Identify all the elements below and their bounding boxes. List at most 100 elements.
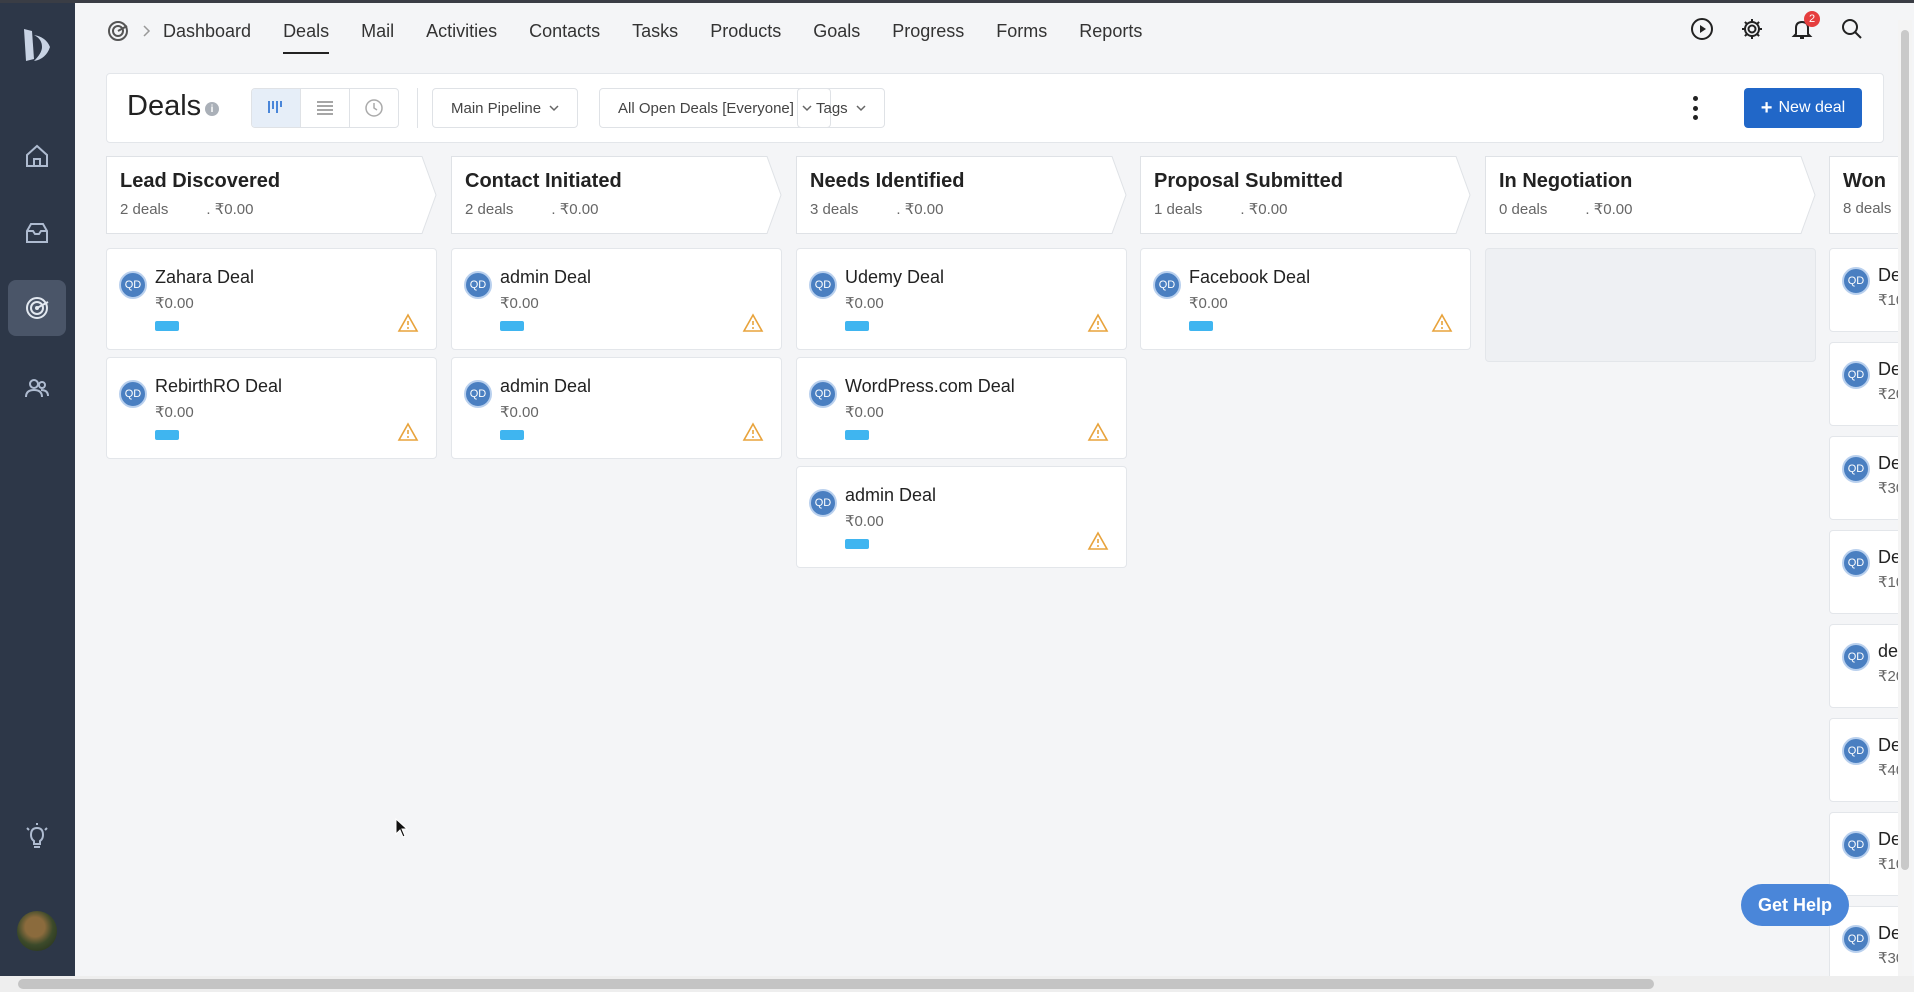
deal-title[interactable]: WordPress.com Deal: [845, 376, 1015, 397]
deal-card[interactable]: QD Facebook Deal ₹0.00: [1140, 248, 1471, 350]
deal-title[interactable]: admin Deal: [500, 267, 591, 288]
nav-progress[interactable]: Progress: [892, 9, 964, 54]
sidebar-home-icon[interactable]: [8, 128, 66, 184]
app-logo-icon[interactable]: [20, 25, 56, 65]
vertical-scroll-thumb[interactable]: [1901, 30, 1909, 870]
deal-card[interactable]: QD admin Deal ₹0.00: [796, 466, 1127, 568]
deal-title[interactable]: Udemy Deal: [845, 267, 944, 288]
notifications[interactable]: 2: [1790, 11, 1820, 41]
stage-meta: 0 deals . ₹0.00: [1499, 200, 1632, 218]
deal-card[interactable]: QD WordPress.com Deal ₹0.00: [796, 357, 1127, 459]
owner-avatar: QD: [809, 271, 837, 299]
deal-amount: ₹0.00: [155, 404, 194, 421]
deal-title[interactable]: admin Deal: [845, 485, 936, 506]
deal-card[interactable]: QD Del ₹10: [1829, 248, 1906, 332]
deal-card[interactable]: QD RebirthRO Deal ₹0.00: [106, 357, 437, 459]
vertical-scrollbar[interactable]: [1898, 20, 1912, 976]
tags-dropdown-label: Tags: [816, 99, 848, 117]
sidebar-deals-icon[interactable]: [8, 280, 66, 336]
nav-tasks[interactable]: Tasks: [632, 9, 678, 54]
deal-card[interactable]: QD admin Deal ₹0.00: [451, 357, 782, 459]
timeline-view-button[interactable]: [350, 89, 398, 127]
get-help-button[interactable]: Get Help: [1741, 884, 1849, 926]
top-navigation: Dashboard Deals Mail Activities Contacts…: [75, 3, 1914, 59]
owner-avatar: QD: [119, 380, 147, 408]
deal-title[interactable]: Zahara Deal: [155, 267, 254, 288]
owner-avatar: QD: [809, 489, 837, 517]
stage-meta: 3 deals . ₹0.00: [810, 200, 943, 218]
deal-amount: ₹0.00: [1189, 295, 1228, 312]
deal-card[interactable]: QD del ₹20: [1829, 624, 1906, 708]
empty-stage-dropzone[interactable]: [1485, 248, 1816, 362]
stage-header-contact-initiated[interactable]: Contact Initiated 2 deals . ₹0.00: [451, 156, 782, 234]
owner-avatar: QD: [119, 271, 147, 299]
deal-card[interactable]: QD admin Deal ₹0.00: [451, 248, 782, 350]
nav-contacts[interactable]: Contacts: [529, 9, 600, 54]
warning-icon[interactable]: [742, 313, 764, 333]
new-deal-button[interactable]: + New deal: [1744, 88, 1862, 128]
user-avatar[interactable]: [17, 911, 57, 951]
warning-icon[interactable]: [397, 422, 419, 442]
deal-amount: ₹0.00: [845, 513, 884, 530]
nav-dashboard[interactable]: Dashboard: [163, 9, 251, 54]
stage-name: Needs Identified: [810, 170, 965, 192]
tags-dropdown[interactable]: Tags: [797, 88, 885, 128]
sidebar-ideas-lightbulb-icon[interactable]: [8, 808, 66, 864]
gear-icon[interactable]: [1740, 17, 1764, 41]
info-icon[interactable]: i: [205, 102, 219, 116]
kanban-view-button[interactable]: [252, 89, 301, 127]
sidebar-contacts-icon[interactable]: [8, 360, 66, 416]
stage-deal-count: 3 deals: [810, 201, 859, 218]
stage-amount: . ₹0.00: [896, 201, 944, 218]
stage-header-lead-discovered[interactable]: Lead Discovered 2 deals . ₹0.00: [106, 156, 437, 234]
deal-card[interactable]: QD Del ₹40: [1829, 718, 1906, 802]
deal-card[interactable]: QD Udemy Deal ₹0.00: [796, 248, 1127, 350]
deal-title[interactable]: RebirthRO Deal: [155, 376, 282, 397]
deal-amount: ₹0.00: [155, 295, 194, 312]
warning-icon[interactable]: [1431, 313, 1453, 333]
list-view-button[interactable]: [301, 89, 350, 127]
stage-header-proposal-submitted[interactable]: Proposal Submitted 1 deals . ₹0.00: [1140, 156, 1471, 234]
stage-header-in-negotiation[interactable]: In Negotiation 0 deals . ₹0.00: [1485, 156, 1816, 234]
deals-board: Lead Discovered 2 deals . ₹0.00 Contact I…: [106, 156, 1906, 976]
deal-tag: [155, 321, 179, 331]
nav-reports[interactable]: Reports: [1079, 9, 1142, 54]
owner-avatar: QD: [809, 380, 837, 408]
deal-amount: ₹0.00: [845, 295, 884, 312]
stage-header-needs-identified[interactable]: Needs Identified 3 deals . ₹0.00: [796, 156, 1127, 234]
warning-icon[interactable]: [742, 422, 764, 442]
deal-title[interactable]: admin Deal: [500, 376, 591, 397]
warning-icon[interactable]: [397, 313, 419, 333]
nav-products[interactable]: Products: [710, 9, 781, 54]
deal-card[interactable]: QD Del ₹10: [1829, 812, 1906, 896]
owner-avatar: QD: [1842, 549, 1870, 577]
nav-goals[interactable]: Goals: [813, 9, 860, 54]
more-options-icon[interactable]: [1692, 96, 1698, 120]
deal-card[interactable]: QD Del ₹30: [1829, 436, 1906, 520]
stage-amount: . ₹0.00: [1240, 201, 1288, 218]
pipeline-dropdown[interactable]: Main Pipeline: [432, 88, 579, 128]
sidebar-inbox-icon[interactable]: [8, 205, 66, 261]
warning-icon[interactable]: [1087, 422, 1109, 442]
stage-header-won[interactable]: Won 8 deals: [1829, 156, 1906, 234]
stage-deal-count: 2 deals: [465, 201, 514, 218]
deal-amount: ₹0.00: [500, 404, 539, 421]
horizontal-scroll-thumb[interactable]: [18, 979, 1654, 989]
nav-deals[interactable]: Deals: [283, 9, 330, 54]
search-icon[interactable]: [1840, 17, 1864, 41]
deal-card[interactable]: QD Del ₹20: [1829, 342, 1906, 426]
deal-card[interactable]: QD Zahara Deal ₹0.00: [106, 248, 437, 350]
deal-card[interactable]: QD Del ₹10: [1829, 530, 1906, 614]
warning-icon[interactable]: [1087, 313, 1109, 333]
nav-mail[interactable]: Mail: [361, 9, 394, 54]
play-icon[interactable]: [1690, 17, 1714, 41]
horizontal-scrollbar[interactable]: [0, 976, 1914, 992]
nav-activities[interactable]: Activities: [426, 9, 497, 54]
stage-deal-count: 0 deals: [1499, 201, 1548, 218]
warning-icon[interactable]: [1087, 531, 1109, 551]
owner-avatar: QD: [464, 380, 492, 408]
deals-target-icon[interactable]: [107, 20, 129, 42]
deal-title[interactable]: Facebook Deal: [1189, 267, 1310, 288]
nav-forms[interactable]: Forms: [996, 9, 1047, 54]
owner-avatar: QD: [1842, 737, 1870, 765]
